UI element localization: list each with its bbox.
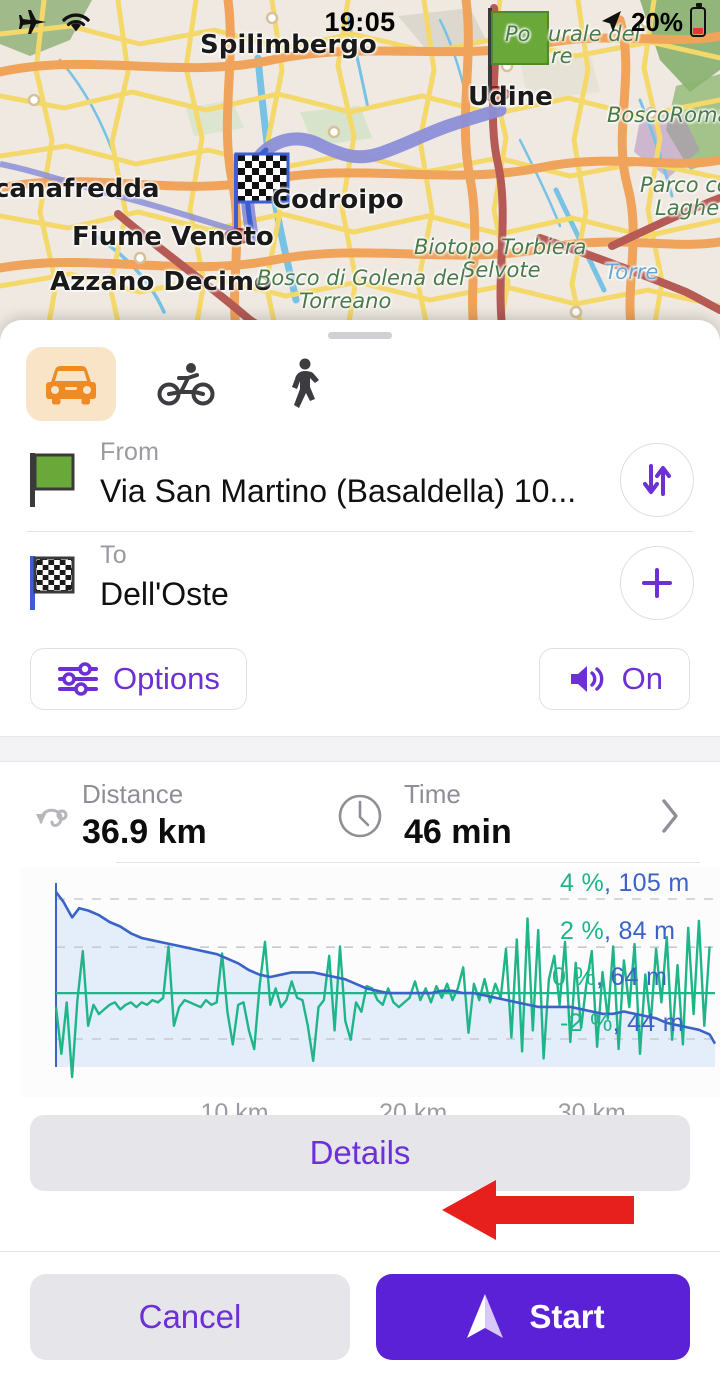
route-shape-icon-wrap [20,792,82,840]
chart-gridline-label: 0 %, 64 m [552,963,668,992]
to-row[interactable]: To Dell'Oste [26,540,694,620]
start-label: Start [529,1298,605,1335]
to-label: To [100,541,127,569]
battery-percent-label: 20% [630,6,683,37]
voice-toggle-button[interactable]: On [538,648,690,710]
route-details-chevron-wrap[interactable] [640,796,700,836]
transport-mode-bicycle[interactable] [142,347,232,421]
map-canvas [0,0,720,340]
options-row: Options On [0,620,720,736]
transport-mode-selector [0,339,720,421]
chart-gridline-label: 4 %, 105 m [560,868,690,897]
chart-gridline-label: -2 %, 44 m [560,1008,684,1037]
distance-label: Distance [82,779,184,809]
to-flag-icon-wrap [26,540,100,615]
from-row[interactable]: From Via San Martino (Basaldella) 10... [26,437,694,517]
speaker-on-icon [570,666,604,692]
sheet-drag-handle[interactable] [328,332,392,339]
start-button[interactable]: Start [376,1274,690,1360]
clock-icon [338,794,382,838]
swap-endpoints-button[interactable] [620,443,694,517]
time-value: 46 min [404,812,512,851]
chevron-right-icon [662,799,678,833]
from-value[interactable]: Via San Martino (Basaldella) 10... [100,470,606,513]
map-view[interactable]: Spilimbergo Udine Codroipo Fiume Veneto Azza… [0,0,720,340]
to-value[interactable]: Dell'Oste [100,573,606,616]
chart-gridline-label: 2 %, 84 m [560,917,676,946]
distance-block: Distance 36.9 km [82,779,332,852]
section-separator [0,736,720,762]
add-waypoint-button[interactable] [620,546,694,620]
add-waypoint-icon [642,568,672,598]
details-label: Details [309,1133,411,1171]
location-arrow-icon [601,11,621,32]
checkered-flag-icon [30,556,75,610]
transport-mode-pedestrian[interactable] [258,347,348,421]
transport-mode-car[interactable] [26,347,116,421]
navigation-arrow-icon [467,1294,504,1338]
time-label: Time [404,779,461,809]
route-shape-icon [36,808,68,827]
green-flag-icon [30,453,75,507]
from-label: From [100,438,160,466]
voice-label: On [621,661,663,696]
car-icon [46,366,96,405]
action-footer: Cancel Start [0,1251,720,1388]
distance-value: 36.9 km [82,812,207,851]
red-left-arrow-annotation [442,1180,634,1240]
options-label: Options [113,661,220,696]
status-bar: 19:05 20% [0,0,720,44]
from-flag-icon-wrap [26,437,100,512]
pedestrian-icon [292,358,319,408]
time-block: Time 46 min [332,779,640,852]
endpoint-divider [26,531,694,532]
bicycle-icon [157,363,215,406]
sliders-icon [58,662,98,696]
battery-icon [690,3,706,37]
options-button[interactable]: Options [30,648,247,710]
swap-direction-icon [643,464,671,496]
elevation-profile-chart[interactable]: 4 %, 105 m2 %, 84 m0 %, 64 m -2 %, 44 m 1… [20,866,720,1127]
route-endpoints: From Via San Martino (Basaldella) 10... [0,421,720,620]
cancel-button[interactable]: Cancel [30,1274,350,1360]
route-summary-card[interactable]: Distance 36.9 km Time 46 min 4 %, 105 m … [0,762,720,1127]
